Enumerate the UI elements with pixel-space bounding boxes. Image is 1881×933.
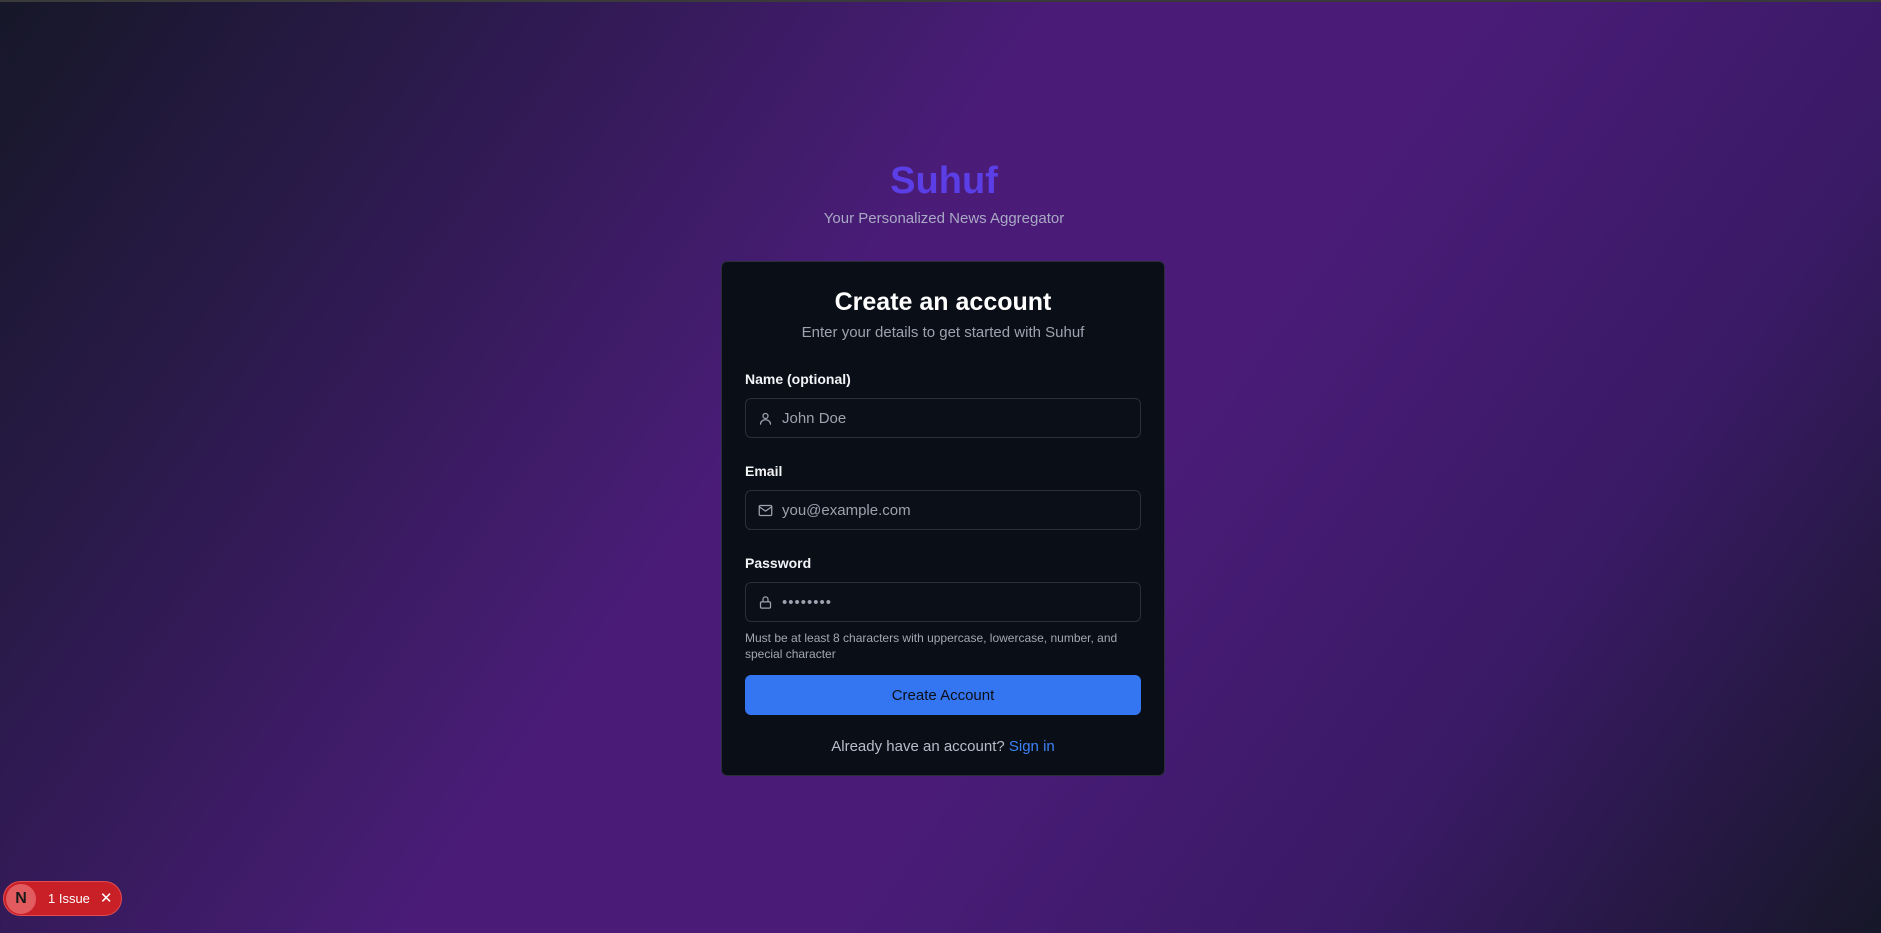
brand-header: Suhuf Your Personalized News Aggregator — [0, 155, 1881, 227]
dev-issues-badge[interactable]: N 1 Issue ✕ — [3, 881, 122, 916]
signin-prompt: Already have an account? Sign in — [745, 738, 1141, 755]
email-input[interactable] — [782, 491, 1140, 529]
signin-prompt-text: Already have an account? — [831, 738, 1005, 755]
name-input[interactable] — [782, 399, 1140, 437]
user-icon — [757, 410, 773, 426]
email-field[interactable] — [745, 490, 1141, 530]
card-subtitle: Enter your details to get started with S… — [801, 324, 1085, 341]
close-icon[interactable]: ✕ — [100, 891, 113, 906]
signup-card: Create an account Enter your details to … — [721, 261, 1165, 776]
email-label: Email — [745, 463, 783, 479]
password-field[interactable]: •••••••• — [745, 582, 1141, 622]
top-border — [0, 0, 1881, 2]
nextjs-logo-icon[interactable]: N — [6, 883, 36, 914]
lock-icon — [757, 594, 773, 610]
signin-link[interactable]: Sign in — [1009, 738, 1055, 755]
password-hint: Must be at least 8 characters with upper… — [745, 631, 1118, 661]
name-label: Name (optional) — [745, 371, 851, 387]
brand-title: Suhuf — [890, 160, 998, 202]
card-title: Create an account — [834, 288, 1052, 316]
issue-count[interactable]: 1 Issue — [48, 891, 90, 906]
password-label: Password — [745, 555, 812, 571]
name-field[interactable] — [745, 398, 1141, 438]
create-account-button[interactable]: Create Account — [745, 675, 1141, 715]
mail-icon — [757, 502, 773, 518]
password-input[interactable]: •••••••• — [782, 594, 1140, 611]
brand-subtitle: Your Personalized News Aggregator — [823, 210, 1065, 227]
